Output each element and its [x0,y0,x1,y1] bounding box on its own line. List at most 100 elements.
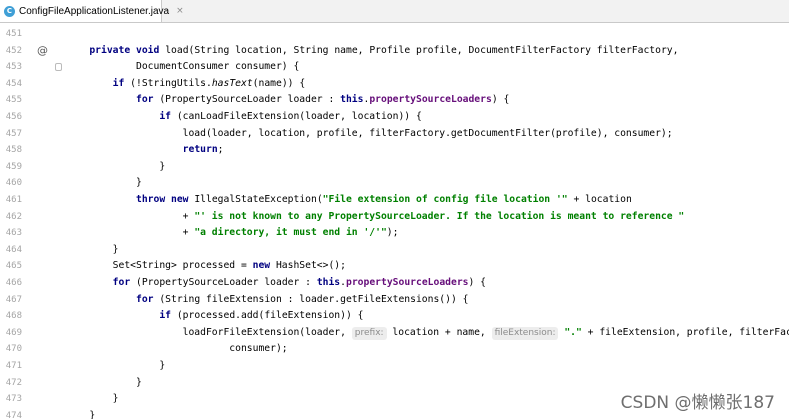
code-line[interactable]: 459 } [0,159,789,176]
watermark: CSDN @懒懒张187 [620,393,775,413]
line-number: 474 [5,410,22,419]
code-text: + "a directory, it must end in '/'"); [66,225,399,242]
code-token: this [340,94,364,106]
code-line[interactable]: 461 throw new IllegalStateException("Fil… [0,192,789,209]
code-token: (PropertySourceLoader loader : [130,277,317,288]
code-token: + [66,227,195,239]
line-number: 469 [5,327,22,338]
code-text: load(loader, location, profile, filterFa… [66,126,673,143]
code-line[interactable]: 465 Set<String> processed = new HashSet<… [0,258,789,275]
code-line[interactable]: 463 + "a directory, it must end in '/'")… [0,225,789,242]
line-number: 470 [5,344,22,355]
code-token: "File extension of config file location … [322,194,568,205]
code-text: } [66,408,95,419]
code-line[interactable]: 454 if (!StringUtils.hasText(name)) { [0,76,789,93]
code-text: throw new IllegalStateException("File ex… [66,192,632,209]
code-text: } [66,391,119,408]
line-number: 467 [5,294,22,305]
code-token: + [66,210,195,222]
code-line[interactable]: 453 DocumentConsumer consumer) { [0,59,789,76]
close-tab-icon[interactable]: × [176,6,184,16]
code-text: if (canLoadFileExtension(loader, locatio… [66,109,422,126]
code-token: ; [217,144,224,156]
line-number: 473 [5,394,22,405]
code-token: ); [386,227,399,239]
code-line[interactable]: 469 loadForFileExtension(loader, prefix:… [0,325,789,342]
java-class-icon: C [4,5,15,17]
code-editor[interactable]: 451 452 @ private void load(String locatio… [0,23,789,419]
code-token: location + name, [386,326,492,338]
code-text: if (processed.add(fileExtension)) { [66,308,363,325]
code-token: + location [567,194,632,205]
code-token: "." [564,326,582,338]
code-token: for [112,277,131,288]
code-token: } [66,360,166,371]
code-token: new [171,194,189,205]
line-number: 472 [5,377,22,388]
code-token: hasText [211,77,253,89]
code-token: DocumentConsumer consumer) { [66,61,300,73]
code-token: "a directory, it must end in '/'" [194,227,387,239]
code-text: private void load(String location, Strin… [66,43,678,60]
code-token: (PropertySourceLoader loader : [153,94,341,106]
code-text: loadForFileExtension(loader, prefix: loc… [66,325,789,342]
code-text: return; [66,142,224,159]
code-line[interactable]: 468 if (processed.add(fileExtension)) { [0,308,789,325]
code-token: throw [136,194,166,205]
code-text: for (PropertySourceLoader loader : this.… [66,275,486,292]
code-line[interactable]: 458 return; [0,142,789,159]
line-number: 468 [5,311,22,322]
code-token: if [159,310,171,322]
code-line[interactable]: 462 + "' is not known to any PropertySou… [0,209,789,226]
code-token: load(String location, String name, Profi… [159,44,679,56]
line-number: 471 [5,361,22,371]
line-number: 452 [5,45,22,56]
line-number: 454 [5,78,22,89]
code-line[interactable]: 470 consumer); [0,341,789,358]
code-token: for [136,94,154,106]
line-number: 463 [5,228,22,239]
code-token: } [66,243,119,255]
code-text: } [66,375,142,392]
code-line[interactable]: 466 for (PropertySourceLoader loader : t… [0,275,789,292]
code-token: } [66,376,142,388]
code-line[interactable]: 457 load(loader, location, profile, filt… [0,126,789,143]
fold-toggle-icon[interactable] [55,63,62,72]
line-number: 455 [5,95,22,106]
code-line[interactable]: 471 } [0,358,789,375]
code-token: propertySourceLoaders [346,277,469,288]
override-gutter-icon[interactable]: @ [37,43,48,60]
code-line[interactable]: 464 } [0,242,789,259]
code-token: + fileExtension, profile, filterFactory, [587,326,789,338]
code-line[interactable]: 451 [0,26,789,43]
tab-config-file-application-listener[interactable]: C ConfigFileApplicationListener.java × [0,0,184,22]
code-token: loadForFileExtension(loader, [66,326,352,338]
tab-filename: ConfigFileApplicationListener.java [19,5,170,17]
code-token: } [66,177,142,189]
line-number: 465 [5,261,22,272]
code-line[interactable]: 460 } [0,175,789,192]
code-text: Set<String> processed = new HashSet<>(); [66,258,346,275]
code-token: Set<String> processed = [66,260,253,272]
code-line[interactable]: 455 for (PropertySourceLoader loader : t… [0,92,789,109]
line-number: 464 [5,244,22,255]
code-text: } [66,242,119,259]
code-token: (canLoadFileExtension(loader, location))… [171,111,422,122]
code-line[interactable]: 456 if (canLoadFileExtension(loader, loc… [0,109,789,126]
code-token: } [66,393,119,405]
code-token: IllegalStateException( [188,194,323,205]
code-token: (name)) { [252,77,306,89]
code-line[interactable]: 452 @ private void load(String location, … [0,43,789,60]
line-number: 451 [5,29,22,39]
code-text: for (String fileExtension : loader.getFi… [66,292,468,309]
code-line[interactable]: 467 for (String fileExtension : loader.g… [0,292,789,309]
code-token: for [136,293,154,305]
